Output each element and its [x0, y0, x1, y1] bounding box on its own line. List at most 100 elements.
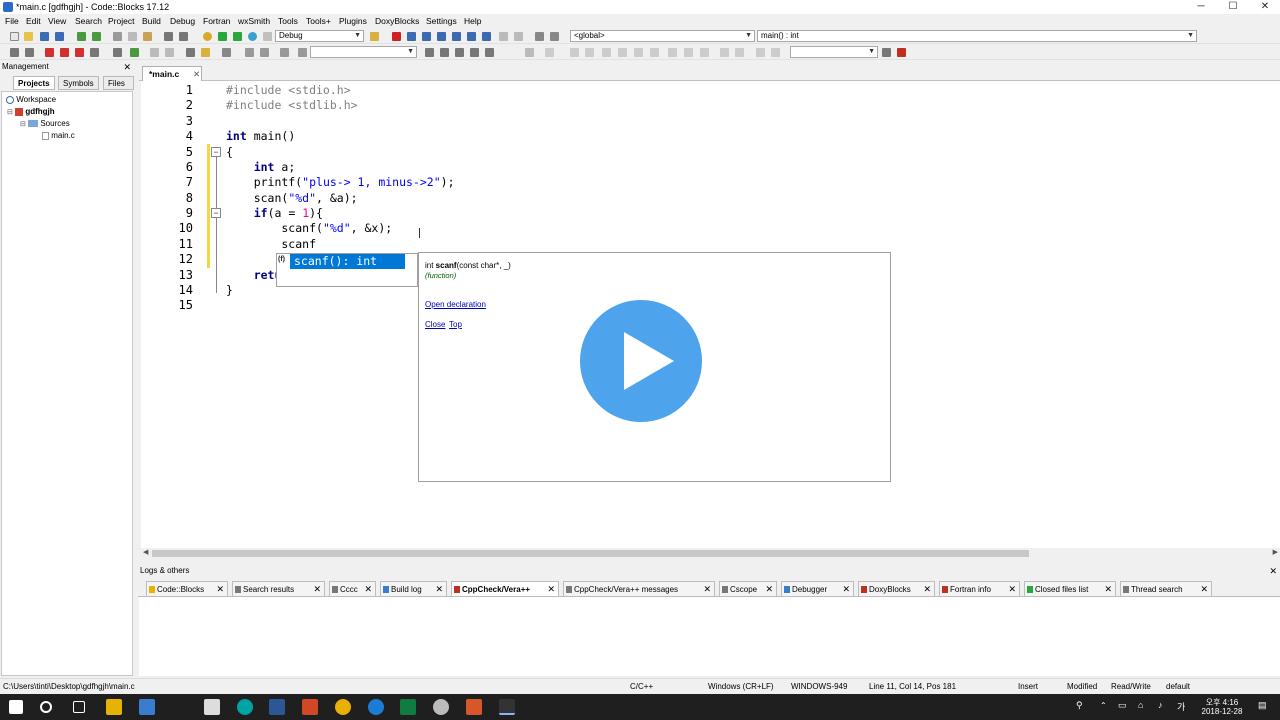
redo-icon[interactable]: [92, 32, 101, 41]
uncomment-icon[interactable]: [165, 48, 174, 57]
paste-icon[interactable]: [143, 32, 152, 41]
tab-projects[interactable]: Projects: [13, 76, 55, 90]
menu-help[interactable]: Help: [464, 16, 481, 26]
fold-toggle-icon[interactable]: −: [211, 208, 221, 218]
scope-select[interactable]: <global> ▼: [570, 30, 755, 42]
bookmark-prev-icon[interactable]: [60, 48, 69, 57]
toggle-comment-icon[interactable]: [186, 48, 195, 57]
menu-file[interactable]: File: [5, 16, 19, 26]
menu-doxyblocks[interactable]: DoxyBlocks: [375, 16, 419, 26]
view-d-icon[interactable]: [618, 48, 627, 57]
menu-plugins[interactable]: Plugins: [339, 16, 367, 26]
open-icon[interactable]: [24, 32, 33, 41]
clock-date[interactable]: 2018-12-28: [1196, 707, 1248, 716]
ime-indicator[interactable]: 가: [1177, 700, 1185, 713]
build-target-select[interactable]: Debug ▼: [275, 30, 364, 42]
new-file-icon[interactable]: [10, 32, 19, 41]
code-line[interactable]: }: [226, 283, 233, 297]
scrollbar-thumb[interactable]: [152, 550, 1029, 557]
app-icon-gray[interactable]: [433, 699, 449, 715]
codeblocks-taskbar-icon[interactable]: [499, 699, 515, 715]
tree-project[interactable]: ⊟ gdfhgjh: [7, 107, 55, 116]
log-tab[interactable]: CppCheck/Vera++ ✕: [451, 581, 559, 596]
close-icon[interactable]: ✕: [1104, 582, 1112, 597]
next-instruction-icon[interactable]: [467, 32, 476, 41]
code-search-combo[interactable]: ▼: [790, 46, 878, 58]
log-tab[interactable]: Search results ✕: [232, 581, 325, 596]
play-button[interactable]: [580, 300, 702, 422]
close-button[interactable]: ✕: [1249, 0, 1280, 14]
function-select[interactable]: main() : int ▼: [757, 30, 1197, 42]
stop-icon[interactable]: [514, 32, 523, 41]
log-tab[interactable]: Cccc ✕: [329, 581, 376, 596]
tree-folder-sources[interactable]: ⊟ Sources: [20, 119, 70, 128]
code-line[interactable]: scanf("%d", &x);: [226, 221, 392, 235]
next-line-icon[interactable]: [422, 32, 431, 41]
menu-tools-plus[interactable]: Tools+: [306, 16, 331, 26]
find-next-icon[interactable]: [440, 48, 449, 57]
tray-chevron-icon[interactable]: ⌃: [1100, 701, 1107, 710]
tray-icon[interactable]: ⌂: [1138, 700, 1143, 710]
close-icon[interactable]: ✕: [547, 582, 555, 597]
menu-project[interactable]: Project: [108, 16, 134, 26]
log-tab[interactable]: Fortran info ✕: [939, 581, 1020, 596]
code-line[interactable]: scan("%d", &a);: [226, 191, 358, 205]
search-combo[interactable]: ▼: [310, 46, 417, 58]
log-tab[interactable]: Code::Blocks ✕: [146, 581, 228, 596]
prev-icon[interactable]: [245, 48, 254, 57]
code-line[interactable]: if(a = 1){: [226, 206, 323, 220]
stream-comment-icon[interactable]: [201, 48, 210, 57]
tab-files[interactable]: Files: [103, 76, 134, 90]
bookmark-next-icon[interactable]: [75, 48, 84, 57]
undo-icon[interactable]: [77, 32, 86, 41]
code-line[interactable]: int main(): [226, 129, 295, 143]
match-brace-icon[interactable]: [113, 48, 122, 57]
find-prev-icon[interactable]: [425, 48, 434, 57]
code-line[interactable]: printf("plus-> 1, minus->2");: [226, 175, 455, 189]
step-out-icon[interactable]: [452, 32, 461, 41]
maximize-button[interactable]: ☐: [1217, 0, 1249, 14]
volume-icon[interactable]: ♪: [1158, 700, 1163, 710]
copy-icon[interactable]: [128, 32, 137, 41]
scroll-right-icon[interactable]: ▶: [1273, 548, 1278, 556]
doxyblocks-icon[interactable]: [222, 48, 231, 57]
log-tab[interactable]: DoxyBlocks ✕: [858, 581, 935, 596]
close-icon[interactable]: ✕: [216, 582, 224, 597]
start-icon[interactable]: [9, 700, 23, 714]
logs-close-icon[interactable]: ✕: [1269, 566, 1277, 577]
tab-main-c[interactable]: *main.c ✕: [142, 66, 202, 81]
task-view-icon[interactable]: [73, 701, 85, 713]
pause-icon[interactable]: [499, 32, 508, 41]
close-icon[interactable]: ✕: [1008, 582, 1016, 597]
step-instruction-icon[interactable]: [482, 32, 491, 41]
settings-tool-icon[interactable]: [897, 48, 906, 57]
menu-debug[interactable]: Debug: [170, 16, 195, 26]
regex-icon[interactable]: [455, 48, 464, 57]
menu-view[interactable]: View: [48, 16, 66, 26]
view-i-icon[interactable]: [700, 48, 709, 57]
s-icon[interactable]: [756, 48, 765, 57]
app-icon-orange[interactable]: [466, 699, 482, 715]
bookmark-clear-icon[interactable]: [90, 48, 99, 57]
tree-file-main[interactable]: main.c: [42, 131, 75, 140]
show-target-icon[interactable]: [370, 32, 379, 41]
network-icon[interactable]: ▭: [1118, 700, 1127, 711]
app-icon-green[interactable]: [400, 699, 416, 715]
view-b-icon[interactable]: [585, 48, 594, 57]
edge-icon[interactable]: [368, 699, 384, 715]
jump-icon[interactable]: [130, 48, 139, 57]
tree-workspace[interactable]: Workspace: [6, 95, 56, 104]
run-to-cursor-icon[interactable]: [407, 32, 416, 41]
code-line[interactable]: scanf: [226, 237, 316, 251]
build-icon[interactable]: [203, 32, 212, 41]
abort-icon[interactable]: [263, 32, 272, 41]
cut-icon[interactable]: [113, 32, 122, 41]
view-a-icon[interactable]: [570, 48, 579, 57]
jump-back-icon[interactable]: [280, 48, 289, 57]
run-icon[interactable]: [218, 32, 227, 41]
search-icon[interactable]: [40, 701, 52, 713]
tab-close-icon[interactable]: ✕: [193, 67, 200, 81]
code-line[interactable]: {: [226, 145, 233, 159]
info-icon[interactable]: [550, 32, 559, 41]
fold-toggle-icon[interactable]: −: [211, 147, 221, 157]
